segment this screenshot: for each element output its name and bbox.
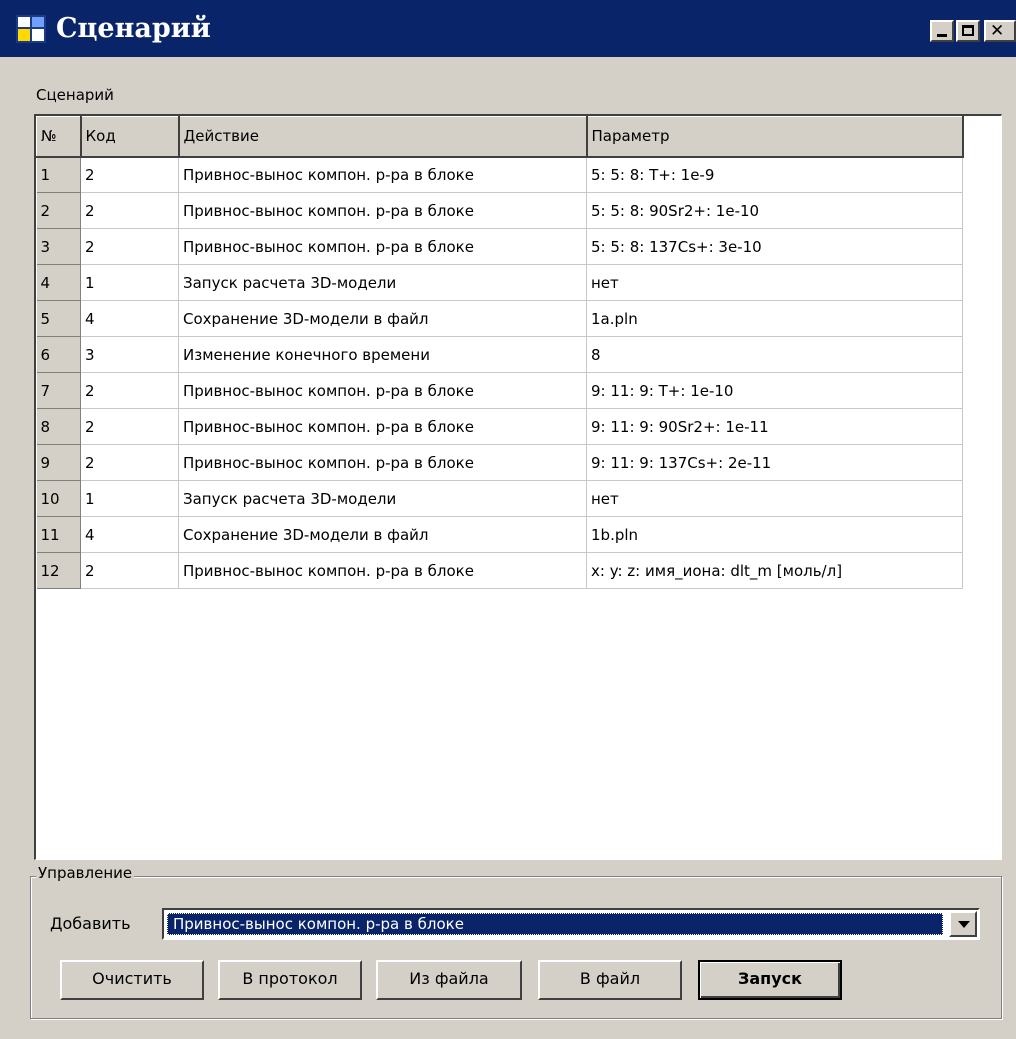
control-group-label: Управление: [36, 864, 135, 882]
table-row[interactable]: 10 1 Запуск расчета 3D-модели нет: [36, 480, 963, 517]
dropdown-button[interactable]: [949, 911, 977, 937]
code-cell[interactable]: 4: [80, 516, 179, 553]
parameter-cell[interactable]: 5: 5: 8: T+: 1e-9: [586, 156, 963, 193]
action-cell[interactable]: Привнос-вынос компон. р-ра в блоке: [178, 552, 587, 589]
action-cell[interactable]: Привнос-вынос компон. р-ра в блоке: [178, 156, 587, 193]
minimize-button[interactable]: [930, 20, 954, 42]
to-log-button[interactable]: В протокол: [218, 960, 362, 1000]
maximize-button[interactable]: [956, 20, 980, 42]
row-number-cell: 4: [36, 264, 81, 301]
parameter-cell[interactable]: 9: 11: 9: 90Sr2+: 1e-11: [586, 408, 963, 445]
column-header-action[interactable]: Действие: [178, 116, 588, 158]
parameter-cell[interactable]: 5: 5: 8: 90Sr2+: 1e-10: [586, 192, 963, 229]
action-cell[interactable]: Запуск расчета 3D-модели: [178, 480, 587, 517]
action-cell[interactable]: Запуск расчета 3D-модели: [178, 264, 587, 301]
parameter-cell[interactable]: 5: 5: 8: 137Cs+: 3e-10: [586, 228, 963, 265]
run-button[interactable]: Запуск: [698, 960, 842, 1000]
column-header-parameter[interactable]: Параметр: [586, 116, 964, 158]
scenario-window: Сценарий ✕ Сценарий № Код Действие Параметр…: [0, 0, 1016, 1039]
minimize-icon: [937, 34, 947, 37]
scenario-grid[interactable]: № Код Действие Параметр 1 2 Привнос-вынос ком…: [34, 114, 1002, 860]
code-cell[interactable]: 3: [80, 336, 179, 373]
close-button[interactable]: ✕: [984, 20, 1016, 42]
code-cell[interactable]: 2: [80, 552, 179, 589]
header-row: № Код Действие Параметр: [36, 116, 964, 158]
parameter-cell[interactable]: 8: [586, 336, 963, 373]
code-cell[interactable]: 2: [80, 408, 179, 445]
title-bar[interactable]: Сценарий ✕: [0, 0, 1016, 57]
from-file-button[interactable]: Из файла: [376, 960, 522, 1000]
scenario-group-label: Сценарий: [36, 86, 114, 104]
parameter-cell[interactable]: 9: 11: 9: T+: 1e-10: [586, 372, 963, 409]
parameter-cell[interactable]: 1a.pln: [586, 300, 963, 337]
row-number-cell: 10: [36, 480, 81, 517]
action-cell[interactable]: Привнос-вынос компон. р-ра в блоке: [178, 192, 587, 229]
action-cell[interactable]: Привнос-вынос компон. р-ра в блоке: [178, 372, 587, 409]
table-row[interactable]: 9 2 Привнос-вынос компон. р-ра в блоке 9: 1…: [36, 444, 963, 481]
parameter-cell[interactable]: x: y: z: имя_иона: dlt_m [моль/л]: [586, 552, 963, 589]
code-cell[interactable]: 1: [80, 480, 179, 517]
table-row[interactable]: 6 3 Изменение конечного времени 8: [36, 336, 963, 373]
row-number-cell: 1: [36, 156, 81, 193]
parameter-cell[interactable]: 1b.pln: [586, 516, 963, 553]
row-number-cell: 3: [36, 228, 81, 265]
table-row[interactable]: 3 2 Привнос-вынос компон. р-ра в блоке 5: 5…: [36, 228, 963, 265]
clear-button[interactable]: Очистить: [60, 960, 204, 1000]
code-cell[interactable]: 2: [80, 192, 179, 229]
window-title: Сценарий: [56, 13, 211, 44]
action-cell[interactable]: Изменение конечного времени: [178, 336, 587, 373]
action-cell[interactable]: Привнос-вынос компон. р-ра в блоке: [178, 228, 587, 265]
code-cell[interactable]: 2: [80, 228, 179, 265]
row-number-cell: 9: [36, 444, 81, 481]
parameter-cell[interactable]: 9: 11: 9: 137Cs+: 2e-11: [586, 444, 963, 481]
app-icon: [16, 15, 46, 43]
maximize-icon: [962, 25, 974, 36]
table-row[interactable]: 12 2 Привнос-вынос компон. р-ра в блоке x: …: [36, 552, 963, 589]
code-cell[interactable]: 2: [80, 372, 179, 409]
add-label: Добавить: [50, 914, 131, 933]
to-file-button[interactable]: В файл: [538, 960, 682, 1000]
row-number-cell: 5: [36, 300, 81, 337]
row-number-cell: 8: [36, 408, 81, 445]
add-action-selected-value[interactable]: Привнос-вынос компон. р-ра в блоке: [167, 913, 943, 935]
code-cell[interactable]: 2: [80, 444, 179, 481]
row-number-cell: 2: [36, 192, 81, 229]
row-number-cell: 11: [36, 516, 81, 553]
row-number-cell: 6: [36, 336, 81, 373]
action-cell[interactable]: Сохранение 3D-модели в файл: [178, 300, 587, 337]
add-action-select[interactable]: Привнос-вынос компон. р-ра в блоке: [162, 908, 980, 940]
row-number-cell: 12: [36, 552, 81, 589]
action-cell[interactable]: Привнос-вынос компон. р-ра в блоке: [178, 444, 587, 481]
row-number-cell: 7: [36, 372, 81, 409]
code-cell[interactable]: 2: [80, 156, 179, 193]
parameter-cell[interactable]: нет: [586, 264, 963, 301]
code-cell[interactable]: 4: [80, 300, 179, 337]
table-row[interactable]: 5 4 Сохранение 3D-модели в файл 1a.pln: [36, 300, 963, 337]
scenario-table: № Код Действие Параметр 1 2 Привнос-вынос ком…: [36, 116, 964, 589]
chevron-down-icon: [958, 921, 970, 928]
column-header-number[interactable]: №: [36, 116, 82, 158]
code-cell[interactable]: 1: [80, 264, 179, 301]
parameter-cell[interactable]: нет: [586, 480, 963, 517]
table-row[interactable]: 7 2 Привнос-вынос компон. р-ра в блоке 9: 1…: [36, 372, 963, 409]
table-row[interactable]: 4 1 Запуск расчета 3D-модели нет: [36, 264, 963, 301]
action-cell[interactable]: Сохранение 3D-модели в файл: [178, 516, 587, 553]
table-row[interactable]: 2 2 Привнос-вынос компон. р-ра в блоке 5: 5…: [36, 192, 963, 229]
table-row[interactable]: 11 4 Сохранение 3D-модели в файл 1b.pln: [36, 516, 963, 553]
action-cell[interactable]: Привнос-вынос компон. р-ра в блоке: [178, 408, 587, 445]
table-row[interactable]: 1 2 Привнос-вынос компон. р-ра в блоке 5: 5…: [36, 156, 963, 193]
column-header-code[interactable]: Код: [80, 116, 180, 158]
close-icon: ✕: [990, 21, 1005, 41]
table-row[interactable]: 8 2 Привнос-вынос компон. р-ра в блоке 9: 1…: [36, 408, 963, 445]
